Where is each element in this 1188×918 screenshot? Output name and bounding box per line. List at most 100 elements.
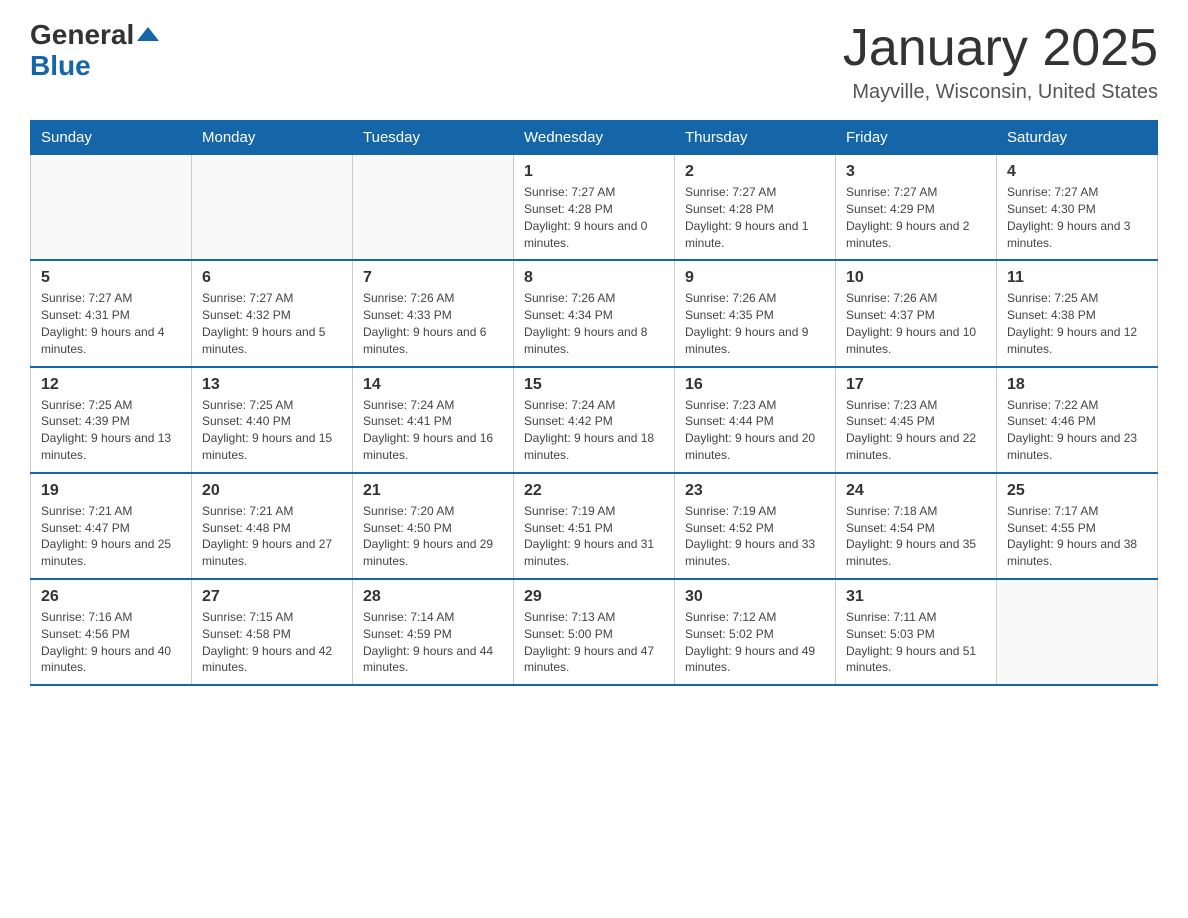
day-info: Sunrise: 7:27 AMSunset: 4:31 PMDaylight:… [41,290,181,357]
day-number: 31 [846,588,986,606]
calendar-week-row: 12 Sunrise: 7:25 AMSunset: 4:39 PMDayligh… [31,367,1158,473]
calendar-subtitle: Mayville, Wisconsin, United States [843,81,1158,104]
day-number: 16 [685,376,825,394]
day-number: 3 [846,163,986,181]
weekday-header: Monday [192,121,353,155]
day-info: Sunrise: 7:12 AMSunset: 5:02 PMDaylight:… [685,609,825,676]
day-info: Sunrise: 7:20 AMSunset: 4:50 PMDaylight:… [363,503,503,570]
calendar-cell: 23Sunrise: 7:19 AMSunset: 4:52 PMDayligh… [675,473,836,579]
day-info: Sunrise: 7:25 AMSunset: 4:38 PMDaylight:… [1007,290,1147,357]
calendar-week-row: 26Sunrise: 7:16 AMSunset: 4:56 PMDayligh… [31,579,1158,685]
day-info: Sunrise: 7:26 AMSunset: 4:34 PMDaylight:… [524,290,664,357]
weekday-header: Friday [836,121,997,155]
calendar-cell: 2 Sunrise: 7:27 AMSunset: 4:28 PMDaylight… [675,155,836,261]
calendar-cell: 16 Sunrise: 7:23 AMSunset: 4:44 PMDayligh… [675,367,836,473]
calendar-cell: 20Sunrise: 7:21 AMSunset: 4:48 PMDayligh… [192,473,353,579]
day-info: Sunrise: 7:27 AMSunset: 4:30 PMDaylight:… [1007,184,1147,251]
logo-blue: Blue [30,50,91,81]
logo: General Blue [30,20,159,82]
day-number: 7 [363,269,503,287]
day-number: 17 [846,376,986,394]
logo-triangle-icon [137,23,159,45]
calendar-cell: 9 Sunrise: 7:26 AMSunset: 4:35 PMDaylight… [675,260,836,366]
day-number: 6 [202,269,342,287]
calendar-cell: 24 Sunrise: 7:18 AMSunset: 4:54 PMDayligh… [836,473,997,579]
day-info: Sunrise: 7:27 AMSunset: 4:29 PMDaylight:… [846,184,986,251]
day-number: 9 [685,269,825,287]
calendar-cell: 3 Sunrise: 7:27 AMSunset: 4:29 PMDaylight… [836,155,997,261]
calendar-cell [997,579,1158,685]
calendar-cell: 17 Sunrise: 7:23 AMSunset: 4:45 PMDayligh… [836,367,997,473]
day-number: 14 [363,376,503,394]
calendar-cell: 15Sunrise: 7:24 AMSunset: 4:42 PMDayligh… [514,367,675,473]
day-number: 12 [41,376,181,394]
calendar-cell: 12 Sunrise: 7:25 AMSunset: 4:39 PMDayligh… [31,367,192,473]
day-number: 25 [1007,482,1147,500]
day-number: 23 [685,482,825,500]
calendar-table: SundayMondayTuesdayWednesdayThursdayFrid… [30,120,1158,686]
weekday-header-row: SundayMondayTuesdayWednesdayThursdayFrid… [31,121,1158,155]
calendar-cell: 22Sunrise: 7:19 AMSunset: 4:51 PMDayligh… [514,473,675,579]
day-info: Sunrise: 7:27 AMSunset: 4:32 PMDaylight:… [202,290,342,357]
calendar-cell: 8 Sunrise: 7:26 AMSunset: 4:34 PMDaylight… [514,260,675,366]
day-number: 18 [1007,376,1147,394]
calendar-cell [353,155,514,261]
day-info: Sunrise: 7:17 AMSunset: 4:55 PMDaylight:… [1007,503,1147,570]
calendar-cell: 18Sunrise: 7:22 AMSunset: 4:46 PMDayligh… [997,367,1158,473]
day-info: Sunrise: 7:21 AMSunset: 4:47 PMDaylight:… [41,503,181,570]
day-info: Sunrise: 7:27 AMSunset: 4:28 PMDaylight:… [685,184,825,251]
day-info: Sunrise: 7:24 AMSunset: 4:41 PMDaylight:… [363,397,503,464]
calendar-week-row: 19 Sunrise: 7:21 AMSunset: 4:47 PMDayligh… [31,473,1158,579]
day-number: 8 [524,269,664,287]
calendar-cell: 27 Sunrise: 7:15 AMSunset: 4:58 PMDayligh… [192,579,353,685]
day-number: 27 [202,588,342,606]
calendar-cell: 30 Sunrise: 7:12 AMSunset: 5:02 PMDayligh… [675,579,836,685]
day-number: 30 [685,588,825,606]
day-info: Sunrise: 7:23 AMSunset: 4:44 PMDaylight:… [685,397,825,464]
day-info: Sunrise: 7:26 AMSunset: 4:35 PMDaylight:… [685,290,825,357]
calendar-week-row: 1 Sunrise: 7:27 AMSunset: 4:28 PMDaylight… [31,155,1158,261]
calendar-cell: 11 Sunrise: 7:25 AMSunset: 4:38 PMDayligh… [997,260,1158,366]
day-number: 10 [846,269,986,287]
day-number: 4 [1007,163,1147,181]
calendar-cell [31,155,192,261]
page-header: General Blue January 2025 Mayville, Wisc… [30,20,1158,104]
day-number: 24 [846,482,986,500]
day-info: Sunrise: 7:23 AMSunset: 4:45 PMDaylight:… [846,397,986,464]
weekday-header: Thursday [675,121,836,155]
day-number: 2 [685,163,825,181]
calendar-cell: 29 Sunrise: 7:13 AMSunset: 5:00 PMDayligh… [514,579,675,685]
day-number: 11 [1007,269,1147,287]
day-number: 19 [41,482,181,500]
day-info: Sunrise: 7:25 AMSunset: 4:39 PMDaylight:… [41,397,181,464]
title-section: January 2025 Mayville, Wisconsin, United… [843,20,1158,104]
day-number: 29 [524,588,664,606]
calendar-cell [192,155,353,261]
calendar-cell: 19 Sunrise: 7:21 AMSunset: 4:47 PMDayligh… [31,473,192,579]
day-info: Sunrise: 7:14 AMSunset: 4:59 PMDaylight:… [363,609,503,676]
calendar-cell: 4 Sunrise: 7:27 AMSunset: 4:30 PMDaylight… [997,155,1158,261]
day-info: Sunrise: 7:24 AMSunset: 4:42 PMDaylight:… [524,397,664,464]
day-number: 1 [524,163,664,181]
day-number: 22 [524,482,664,500]
weekday-header: Tuesday [353,121,514,155]
calendar-cell: 10 Sunrise: 7:26 AMSunset: 4:37 PMDayligh… [836,260,997,366]
weekday-header: Wednesday [514,121,675,155]
day-info: Sunrise: 7:15 AMSunset: 4:58 PMDaylight:… [202,609,342,676]
day-info: Sunrise: 7:26 AMSunset: 4:37 PMDaylight:… [846,290,986,357]
day-number: 5 [41,269,181,287]
day-info: Sunrise: 7:26 AMSunset: 4:33 PMDaylight:… [363,290,503,357]
day-info: Sunrise: 7:18 AMSunset: 4:54 PMDaylight:… [846,503,986,570]
logo-general: General [30,20,134,51]
day-info: Sunrise: 7:13 AMSunset: 5:00 PMDaylight:… [524,609,664,676]
day-number: 28 [363,588,503,606]
calendar-body: 1 Sunrise: 7:27 AMSunset: 4:28 PMDaylight… [31,155,1158,685]
calendar-cell: 31Sunrise: 7:11 AMSunset: 5:03 PMDayligh… [836,579,997,685]
calendar-cell: 25 Sunrise: 7:17 AMSunset: 4:55 PMDayligh… [997,473,1158,579]
calendar-week-row: 5 Sunrise: 7:27 AMSunset: 4:31 PMDaylight… [31,260,1158,366]
calendar-cell: 26Sunrise: 7:16 AMSunset: 4:56 PMDayligh… [31,579,192,685]
calendar-cell: 1Sunrise: 7:27 AMSunset: 4:28 PMDaylight… [514,155,675,261]
calendar-header: SundayMondayTuesdayWednesdayThursdayFrid… [31,121,1158,155]
day-number: 20 [202,482,342,500]
calendar-cell: 28 Sunrise: 7:14 AMSunset: 4:59 PMDayligh… [353,579,514,685]
